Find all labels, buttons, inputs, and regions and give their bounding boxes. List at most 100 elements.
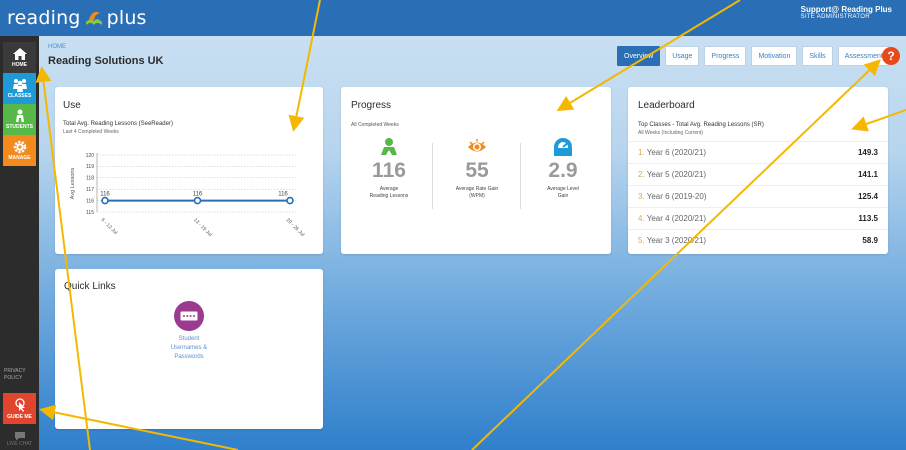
leaderboard-row[interactable]: 3. Year 6 (2019-20) 125.4: [628, 185, 888, 206]
sidebar: HOME CLASSES STUDENTS MANAGE PRIVACY POL…: [0, 36, 39, 450]
sidebar-item-manage[interactable]: MANAGE: [3, 135, 36, 166]
guide-me-label: GUIDE ME: [7, 413, 32, 420]
leaderboard-row[interactable]: 5. Year 3 (2020/21) 58.9: [628, 229, 888, 250]
y-tick-label: 118: [86, 176, 94, 182]
tab-progress[interactable]: Progress: [704, 46, 747, 66]
leaderboard-rank: 2.: [638, 169, 645, 179]
data-point: [101, 196, 109, 205]
progress-card[interactable]: Progress All Completed Weeks 116 Average…: [341, 87, 611, 254]
metric-label-1: Average: [379, 186, 399, 192]
privacy-line-2: POLICY: [4, 375, 23, 381]
leaderboard-value: 113.5: [858, 213, 878, 223]
data-label: 116: [100, 192, 110, 198]
sidebar-item-classes[interactable]: CLASSES: [3, 73, 36, 104]
quick-links-card: Quick Links Student Usernames & Password…: [55, 269, 323, 429]
leaderboard-row[interactable]: 4. Year 4 (2020/21) 113.5: [628, 207, 888, 228]
link-line-1: Student: [178, 336, 200, 342]
y-tick-label: 116: [86, 198, 94, 204]
sidebar-item-home[interactable]: HOME: [3, 42, 36, 73]
leaderboard-value: 149.3: [857, 147, 878, 157]
breadcrumb[interactable]: HOME: [48, 44, 66, 50]
tab-skills[interactable]: Skills: [802, 46, 833, 66]
help-button[interactable]: ?: [882, 47, 900, 65]
student-icon: [381, 138, 397, 155]
pointer-icon: [14, 397, 25, 412]
logo-text-left: reading: [7, 7, 81, 29]
x-tick-label: 20 - 26 Jul: [285, 217, 306, 238]
sidebar-item-label: STUDENTS: [6, 124, 33, 130]
reading-plus-logo[interactable]: reading plus: [7, 6, 147, 30]
data-point: [193, 196, 202, 205]
metric-label-1: Average Rate Gain: [455, 186, 499, 192]
link-line-2: Usernames &: [170, 345, 208, 351]
leaderboard-row[interactable]: 1. Year 6 (2020/21) 149.3: [628, 141, 888, 162]
privacy-policy-link[interactable]: PRIVACY POLICY: [4, 368, 26, 382]
sidebar-item-label: CLASSES: [7, 93, 32, 99]
eye-icon: [468, 139, 486, 152]
link-line-3: Passwords: [174, 354, 204, 360]
leaderboard-value: 141.1: [857, 169, 878, 179]
metric-value: 55: [465, 159, 489, 182]
x-tick-label: 6 - 12 Jul: [100, 217, 119, 236]
leaderboard-rank: 3.: [638, 191, 645, 201]
leaderboard-value: 125.4: [857, 191, 878, 201]
password-icon: [174, 301, 204, 331]
live-chat-button[interactable]: LIVE CHAT: [3, 428, 36, 450]
y-axis-label: Avg Lessons: [70, 168, 76, 200]
classes-icon: [12, 79, 27, 92]
leaderboard-rank: 1.: [638, 147, 645, 157]
guide-me-button[interactable]: GUIDE ME: [3, 393, 36, 424]
metric-label-2: Gain: [557, 193, 569, 199]
y-tick-label: 119: [86, 164, 94, 170]
metric-label-2: (WPM): [469, 193, 485, 199]
metric-label-2: Reading Lessons: [369, 193, 409, 199]
metric-value: 2.9: [548, 159, 578, 182]
data-point: [286, 196, 294, 205]
use-card[interactable]: Use Total Avg. Reading Lessons (SeeReade…: [55, 87, 323, 254]
progress-card-title: Progress: [351, 100, 392, 111]
leaderboard-class: Year 6 (2019-20): [646, 191, 707, 201]
x-tick-label: 13 - 19 Jul: [192, 217, 213, 238]
student-passwords-link[interactable]: Student Usernames & Passwords: [159, 301, 219, 362]
leaderboard-class: Year 4 (2020/21): [646, 213, 707, 223]
privacy-line-1: PRIVACY: [4, 368, 26, 374]
tab-usage[interactable]: Usage: [665, 46, 700, 66]
data-label: 116: [278, 192, 288, 198]
metric-label-1: Average Level: [547, 186, 579, 192]
logo-text-right: plus: [106, 7, 147, 29]
gear-icon: [13, 140, 26, 154]
page-title: Reading Solutions UK: [48, 55, 164, 67]
leaderboard-row[interactable]: 2. Year 5 (2020/21) 141.1: [628, 163, 888, 184]
metric-value: 116: [372, 159, 406, 182]
y-tick-label: 115: [86, 210, 94, 216]
home-icon: [12, 48, 27, 60]
leaderboard-rank: 4.: [638, 213, 645, 223]
students-icon: [15, 109, 24, 122]
use-line-chart: Avg Lessons 115 116 117 118 119 120 116 6 - 12 J…: [70, 153, 306, 238]
user-menu[interactable]: Support@ Reading Plus SITE ADMINISTRATOR: [801, 5, 892, 20]
sidebar-item-label: HOME: [12, 62, 27, 68]
top-bar: reading plus Support@ Reading Plus SITE …: [0, 0, 906, 36]
y-tick-label: 120: [86, 153, 95, 159]
leaderboard-rank: 5.: [638, 235, 645, 245]
sidebar-item-label: MANAGE: [8, 155, 31, 161]
sidebar-item-students[interactable]: STUDENTS: [3, 104, 36, 135]
leaderboard-value: 58.9: [862, 235, 878, 245]
user-name: Support@ Reading Plus: [800, 5, 892, 14]
leaderboard-class: Year 6 (2020/21): [646, 147, 707, 157]
leaderboard-class: Year 5 (2020/21): [646, 169, 707, 179]
tab-overview[interactable]: Overview: [617, 46, 661, 66]
gauge-icon: [554, 138, 572, 156]
tab-motivation[interactable]: Motivation: [751, 46, 798, 66]
leaderboard-card[interactable]: Leaderboard Top Classes - Total Avg. Rea…: [628, 87, 888, 254]
quick-links-title: Quick Links: [64, 281, 116, 292]
metric-rate-gain: 55 Average Rate Gain (WPM): [433, 137, 521, 200]
y-tick-label: 117: [86, 187, 94, 193]
metric-reading-lessons: 116 Average Reading Lessons: [345, 137, 433, 200]
leaderboard-class: Year 3 (2020/21): [646, 235, 707, 245]
chat-bubble-icon: [14, 432, 25, 441]
logo-book-icon: [85, 11, 102, 25]
report-tabs: Overview Usage Progress Motivation Skill…: [617, 46, 890, 66]
user-role: SITE ADMINISTRATOR: [800, 14, 870, 20]
data-label: 116: [193, 192, 203, 198]
